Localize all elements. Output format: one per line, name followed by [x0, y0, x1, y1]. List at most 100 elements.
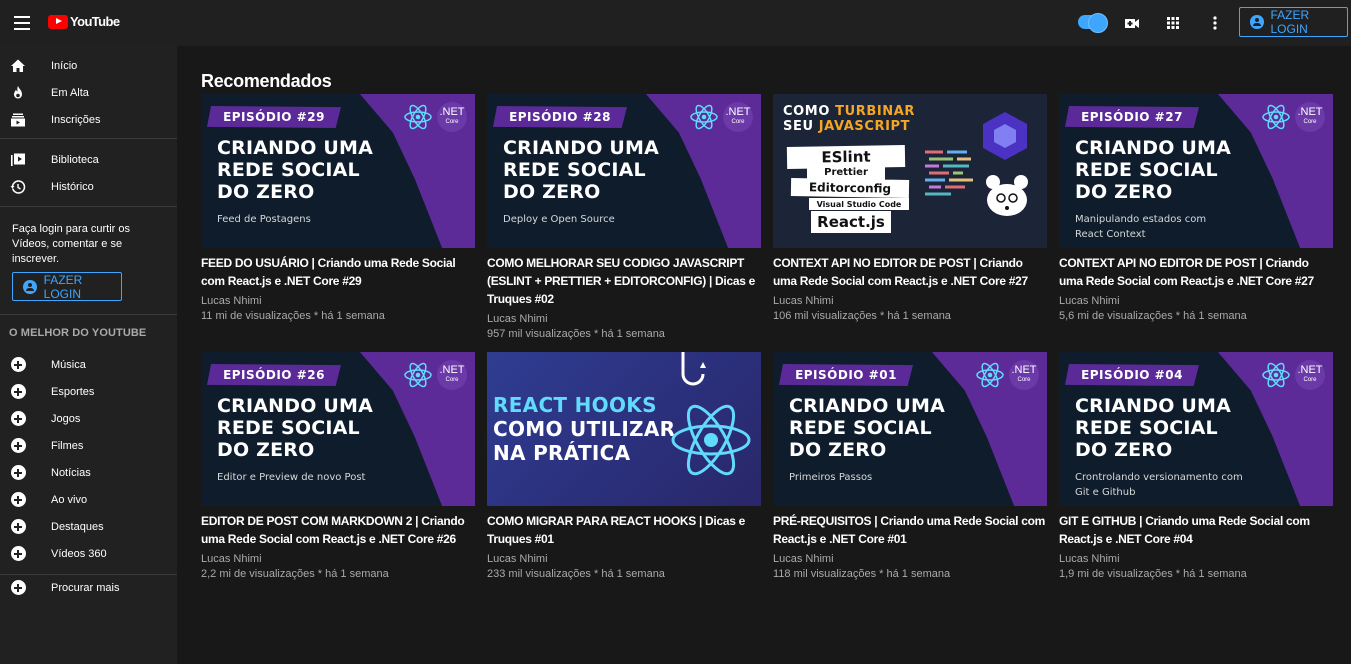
video-title[interactable]: GIT E GITHUB | Criando uma Rede Social c… [1059, 512, 1333, 548]
thumbnail-headline: REACT HOOKS COMO UTILIZAR NA PRÁTICA [493, 393, 676, 465]
video-thumbnail[interactable]: EPISÓDIO #04 .NET Core CRIANDO UMA REDE SO… [1059, 352, 1333, 506]
video-meta: 106 mil visualizações * há 1 semana [773, 310, 951, 322]
sidebar-item-label: Esportes [51, 385, 95, 398]
episode-badge: EPISÓDIO #04 [1065, 364, 1199, 386]
sidebar-item-label: Histórico [51, 180, 94, 193]
video-thumbnail[interactable]: EPISÓDIO #27 .NET Core CRIANDO UMA REDE SO… [1059, 94, 1333, 248]
sidebar-item-jogos[interactable]: Jogos [0, 405, 177, 432]
react-dotnet-logo: .NET Core [1261, 102, 1325, 132]
add-circle-icon [10, 492, 26, 507]
channel-name[interactable]: Lucas Nhimi [201, 294, 475, 309]
sidebar-item-inicio[interactable]: Início [0, 52, 177, 79]
top-bar: YouTube FAZER LOGIN [0, 0, 1351, 46]
login-label: FAZER LOGIN [1270, 8, 1310, 36]
eslint-logo-icon [983, 112, 1027, 160]
section-heading: O MELHOR DO YOUTUBE [9, 327, 147, 339]
login-prompt-text: Faça login para curtir os Vídeos, coment… [12, 223, 130, 265]
sidebar-item-label: Em Alta [51, 86, 89, 99]
video-meta: 2,2 mi de visualizações * há 1 semana [201, 568, 389, 580]
code-lines-icon [925, 150, 973, 196]
youtube-logo-icon [48, 14, 68, 29]
video-thumbnail[interactable]: COMO TURBINAR SEU JAVASCRIPT ESlint Pret… [773, 94, 1047, 248]
react-icon [1262, 104, 1290, 130]
video-thumbnail[interactable]: EPISÓDIO #29 .NET Core CRIANDO UMA REDE SO… [201, 94, 475, 248]
sidebar-login-button[interactable]: FAZER LOGIN [12, 272, 122, 301]
video-card: EPISÓDIO #28 .NET Core CRIANDO UMA REDE SO… [487, 94, 761, 342]
sidebar-item-em-alta[interactable]: Em Alta [0, 79, 177, 106]
video-title[interactable]: COMO MIGRAR PARA REACT HOOKS | Dicas e T… [487, 512, 761, 548]
thumbnail-headline: CRIANDO UMA REDE SOCIAL DO ZERO [217, 395, 374, 461]
video-thumbnail[interactable]: EPISÓDIO #28 .NET Core CRIANDO UMA REDE SO… [487, 94, 761, 248]
sidebar-item-videos-360[interactable]: Vídeos 360 [0, 540, 177, 567]
video-title[interactable]: COMO MELHORAR SEU CODIGO JAVASCRIPT (ESL… [487, 254, 761, 308]
video-title[interactable]: EDITOR DE POST COM MARKDOWN 2 | Criando … [201, 512, 475, 548]
channel-name[interactable]: Lucas Nhimi [487, 312, 761, 327]
fire-icon [14, 85, 22, 98]
video-title[interactable]: CONTEXT API NO EDITOR DE POST | Criando … [773, 254, 1047, 290]
add-circle-icon [10, 519, 26, 534]
youtube-logo[interactable]: YouTube [48, 14, 120, 29]
sidebar-item-biblioteca[interactable]: Biblioteca [0, 146, 177, 173]
sidebar-item-label: Jogos [51, 412, 81, 425]
account-circle-icon [1250, 15, 1264, 29]
dotnet-core-icon: .NET Core [1009, 360, 1039, 390]
dotnet-core-label: Core [1017, 377, 1031, 383]
sidebar-item-historico[interactable]: Histórico [0, 173, 177, 200]
channel-name[interactable]: Lucas Nhimi [773, 552, 1047, 567]
sidebar-item-procurar-mais[interactable]: Procurar mais [0, 574, 177, 601]
dotnet-core-icon: .NET Core [723, 102, 753, 132]
sidebar: Início Em Alta Inscrições Biblioteca His… [0, 46, 177, 664]
video-title[interactable]: FEED DO USUÁRIO | Criando uma Rede Socia… [201, 254, 475, 290]
prettier-mascot-icon [986, 175, 1028, 216]
react-icon [404, 104, 432, 130]
video-thumbnail[interactable]: EPISÓDIO #26 .NET Core CRIANDO UMA REDE SO… [201, 352, 475, 506]
sidebar-item-ao-vivo[interactable]: Ao vivo [0, 486, 177, 513]
video-title[interactable]: PRÉ-REQUISITOS | Criando uma Rede Social… [773, 512, 1047, 548]
thumbnail-subtitle: Deploy e Open Source [503, 214, 615, 225]
dotnet-core-icon: .NET Core [1295, 102, 1325, 132]
sidebar-item-label: Destaques [51, 520, 104, 533]
sidebar-item-filmes[interactable]: Filmes [0, 432, 177, 459]
history-icon [10, 179, 26, 194]
more-vert-icon[interactable] [1205, 13, 1225, 33]
divider [0, 206, 177, 207]
sidebar-item-label: Vídeos 360 [51, 547, 107, 560]
login-button[interactable]: FAZER LOGIN [1239, 7, 1348, 37]
sidebar-item-label: Ao vivo [51, 493, 88, 506]
sidebar-item-destaques[interactable]: Destaques [0, 513, 177, 540]
thumbnail-headline: CRIANDO UMA REDE SOCIAL DO ZERO [217, 137, 374, 203]
channel-name[interactable]: Lucas Nhimi [201, 552, 475, 567]
video-thumbnail[interactable]: EPISÓDIO #01 .NET Core CRIANDO UMA REDE SO… [773, 352, 1047, 506]
sidebar-item-esportes[interactable]: Esportes [0, 378, 177, 405]
react-icon [976, 362, 1004, 388]
channel-name[interactable]: Lucas Nhimi [773, 294, 1047, 309]
tool-label-react: React.js [811, 211, 891, 233]
apps-grid-icon[interactable] [1163, 13, 1183, 33]
channel-name[interactable]: Lucas Nhimi [487, 552, 761, 567]
channel-name[interactable]: Lucas Nhimi [1059, 294, 1333, 309]
sidebar-item-noticias[interactable]: Notícias [0, 459, 177, 486]
sidebar-item-inscricoes[interactable]: Inscrições [0, 106, 177, 133]
dotnet-core-icon: .NET Core [437, 360, 467, 390]
video-camera-icon[interactable] [1122, 13, 1142, 33]
episode-badge: EPISÓDIO #27 [1065, 106, 1199, 128]
video-card: EPISÓDIO #01 .NET Core CRIANDO UMA REDE SO… [773, 352, 1047, 582]
dark-mode-toggle[interactable] [1078, 13, 1108, 33]
sidebar-item-label: Procurar mais [51, 581, 120, 594]
menu-icon[interactable] [14, 12, 36, 34]
video-thumbnail[interactable]: REACT HOOKS COMO UTILIZAR NA PRÁTICA [487, 352, 761, 506]
react-icon [404, 362, 432, 388]
thumbnail-subtitle: Primeiros Passos [789, 472, 873, 483]
thumbnail-subtitle: Crontrolando versionamento com Git e Git… [1075, 472, 1243, 498]
channel-name[interactable]: Lucas Nhimi [1059, 552, 1333, 567]
dotnet-label: .NET [1011, 364, 1037, 376]
video-card: COMO TURBINAR SEU JAVASCRIPT ESlint Pret… [773, 94, 1047, 324]
video-card: EPISÓDIO #26 .NET Core CRIANDO UMA REDE SO… [201, 352, 475, 582]
video-card: REACT HOOKS COMO UTILIZAR NA PRÁTICA COM… [487, 352, 761, 582]
react-dotnet-logo: .NET Core [975, 360, 1039, 390]
video-title[interactable]: CONTEXT API NO EDITOR DE POST | Criando … [1059, 254, 1333, 290]
episode-badge: EPISÓDIO #28 [493, 106, 627, 128]
dotnet-core-icon: .NET Core [437, 102, 467, 132]
sidebar-item-musica[interactable]: Música [0, 351, 177, 378]
dotnet-core-label: Core [731, 119, 745, 125]
